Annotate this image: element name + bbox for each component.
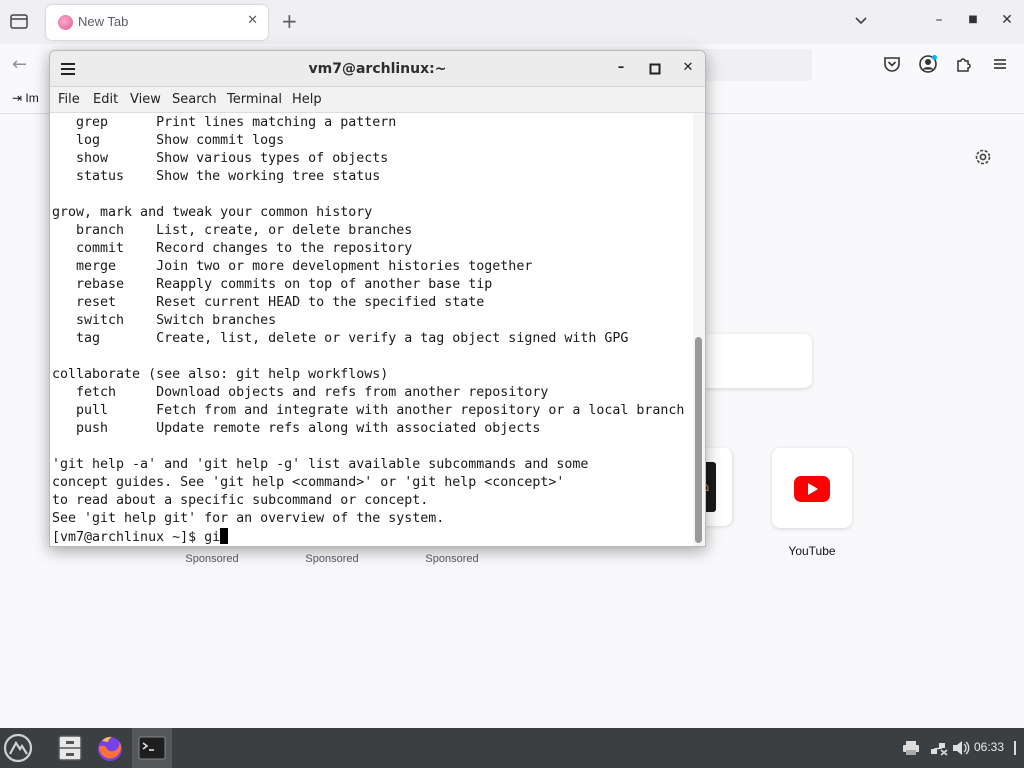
shell-prompt: [vm7@archlinux ~]$ bbox=[52, 530, 205, 545]
minimize-icon[interactable]: – bbox=[612, 60, 630, 78]
printer-icon[interactable] bbox=[902, 740, 920, 756]
back-arrow-icon[interactable]: ← bbox=[12, 54, 27, 75]
top-site-youtube[interactable]: YouTube bbox=[752, 448, 872, 558]
list-all-tabs-icon[interactable] bbox=[8, 10, 30, 32]
tab-title: New Tab bbox=[78, 14, 129, 29]
terminal-line: switch Switch branches bbox=[52, 313, 277, 328]
search-box[interactable] bbox=[690, 334, 812, 388]
terminal-line: 'git help -a' and 'git help -g' list ava… bbox=[52, 457, 589, 472]
youtube-icon bbox=[794, 476, 830, 502]
terminal-line: pull Fetch from and integrate with anoth… bbox=[52, 403, 685, 418]
terminal-prompt-line[interactable]: [vm7@archlinux ~]$ gi bbox=[52, 528, 229, 546]
sponsored-label: Sponsored bbox=[185, 553, 239, 565]
file-manager-icon[interactable] bbox=[54, 732, 86, 764]
browser-tab-bar: New Tab ✕ + – ■ ✕ bbox=[0, 0, 1024, 44]
close-window-button[interactable]: ✕ bbox=[998, 12, 1016, 30]
terminal-menu-bar: File Edit View Search Terminal Help bbox=[50, 87, 705, 113]
terminal-window[interactable]: vm7@archlinux:~ – ✕ File Edit View Searc… bbox=[49, 50, 706, 547]
terminal-line: status Show the working tree status bbox=[52, 169, 381, 184]
browser-tab[interactable]: New Tab ✕ bbox=[46, 5, 268, 40]
terminal-line: merge Join two or more development histo… bbox=[52, 259, 533, 274]
import-icon: ⇥ bbox=[12, 91, 23, 105]
power-icon[interactable] bbox=[1012, 740, 1018, 756]
terminal-line: reset Reset current HEAD to the specifie… bbox=[52, 295, 485, 310]
minimize-window-button[interactable]: – bbox=[930, 12, 948, 30]
terminal-line: See 'git help git' for an overview of th… bbox=[52, 511, 445, 526]
youtube-tile bbox=[772, 448, 852, 528]
taskbar: 06:33 bbox=[0, 728, 1024, 768]
menu-view[interactable]: View bbox=[130, 92, 161, 107]
terminal-line: collaborate (see also: git help workflow… bbox=[52, 367, 389, 382]
command-input[interactable]: gi bbox=[204, 530, 220, 545]
url-bar[interactable] bbox=[690, 49, 812, 81]
terminal-line: push Update remote refs along with assoc… bbox=[52, 421, 541, 436]
account-icon[interactable] bbox=[918, 54, 938, 74]
menu-file[interactable]: File bbox=[58, 92, 80, 107]
terminal-line: to read about a specific subcommand or c… bbox=[52, 493, 429, 508]
volume-icon[interactable] bbox=[952, 740, 970, 756]
extensions-icon[interactable] bbox=[954, 54, 974, 74]
menu-help[interactable]: Help bbox=[292, 92, 322, 107]
terminal-icon[interactable] bbox=[136, 732, 168, 764]
terminal-line: rebase Reapply commits on top of another… bbox=[52, 277, 493, 292]
new-tab-button[interactable]: + bbox=[281, 9, 301, 33]
gear-icon[interactable] bbox=[972, 146, 994, 168]
maximize-icon[interactable] bbox=[646, 60, 664, 78]
menu-search[interactable]: Search bbox=[172, 92, 217, 107]
terminal-line: show Show various types of objects bbox=[52, 151, 389, 166]
terminal-line: commit Record changes to the repository bbox=[52, 241, 413, 256]
menu-terminal[interactable]: Terminal bbox=[227, 92, 282, 107]
clock[interactable]: 06:33 bbox=[974, 740, 1004, 754]
app-menu-icon[interactable] bbox=[990, 54, 1010, 74]
close-icon[interactable]: ✕ bbox=[679, 60, 697, 78]
terminal-line: grep Print lines matching a pattern bbox=[52, 115, 397, 130]
close-tab-icon[interactable]: ✕ bbox=[247, 13, 258, 28]
sponsored-label: Sponsored bbox=[305, 553, 359, 565]
terminal-title-bar[interactable]: vm7@archlinux:~ – ✕ bbox=[50, 51, 705, 87]
terminal-line: fetch Download objects and refs from ano… bbox=[52, 385, 549, 400]
pocket-icon[interactable] bbox=[882, 54, 902, 74]
terminal-scrollbar[interactable] bbox=[693, 113, 705, 546]
import-bookmarks-button[interactable]: ⇥ Im bbox=[12, 91, 39, 105]
terminal-line: branch List, create, or delete branches bbox=[52, 223, 413, 238]
sponsored-label: Sponsored bbox=[425, 553, 479, 565]
terminal-line: concept guides. See 'git help <command>'… bbox=[52, 475, 565, 490]
terminal-line: tag Create, list, delete or verify a tag… bbox=[52, 331, 629, 346]
app-launcher-icon[interactable] bbox=[2, 732, 34, 764]
text-cursor bbox=[220, 528, 229, 544]
terminal-output[interactable]: grep Print lines matching a pattern log … bbox=[50, 113, 691, 546]
menu-edit[interactable]: Edit bbox=[93, 92, 118, 107]
terminal-title: vm7@archlinux:~ bbox=[308, 61, 447, 77]
terminal-line: log Show commit logs bbox=[52, 133, 285, 148]
network-disconnected-icon[interactable] bbox=[930, 740, 948, 756]
terminal-line: grow, mark and tweak your common history bbox=[52, 205, 373, 220]
chevron-down-icon[interactable] bbox=[852, 12, 870, 30]
firefox-icon[interactable] bbox=[94, 732, 126, 764]
scrollbar-thumb[interactable] bbox=[695, 337, 702, 543]
firefox-newtab-favicon-icon bbox=[58, 15, 73, 30]
top-site-label: YouTube bbox=[788, 544, 836, 558]
maximize-window-button[interactable]: ■ bbox=[964, 14, 982, 32]
